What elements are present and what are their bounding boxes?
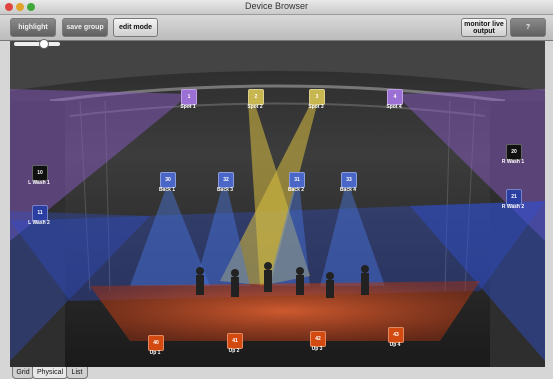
tab-physical[interactable]: Physical <box>32 367 68 379</box>
fixture-back1[interactable]: 30 <box>160 172 176 188</box>
fixture-label-spot4: Spot 4 <box>386 104 402 110</box>
fixture-label-up3: Up 3 <box>311 346 323 352</box>
monitor-line-1: monitor live <box>464 21 504 28</box>
fixture-label-back2: Back 2 <box>287 187 305 193</box>
fixture-label-spot2: Spot 2 <box>247 104 263 110</box>
stage-photo <box>10 41 545 367</box>
fixture-lwash1[interactable]: 10 <box>32 165 48 181</box>
fixture-spot1[interactable]: 1 <box>181 89 197 105</box>
fixture-back2[interactable]: 31 <box>289 172 305 188</box>
highlight-mode-button[interactable]: highlight mode <box>10 18 56 48</box>
fixture-label-up2: Up 2 <box>228 348 240 354</box>
fixture-label-back1: Back 1 <box>158 187 176 193</box>
window-title: Device Browser <box>244 1 309 11</box>
fixture-label-up1: Up 1 <box>149 350 161 356</box>
fixture-label-spot1: Spot 1 <box>180 104 196 110</box>
toolbar: highlight mode save group edit mode moni… <box>0 15 553 48</box>
slider-knob[interactable] <box>38 39 49 49</box>
fixture-lwash2[interactable]: 11 <box>32 205 48 221</box>
intensity-slider[interactable] <box>14 39 60 49</box>
help-button[interactable]: ? <box>510 18 546 37</box>
fixture-label-lwash2: L Wash 2 <box>28 220 50 226</box>
fixture-label-back4: Back 4 <box>339 187 357 193</box>
save-group-button[interactable]: save group <box>62 18 108 37</box>
fixture-label-back3: Back 3 <box>216 187 234 193</box>
fixture-spot4[interactable]: 4 <box>387 89 403 105</box>
monitor-line-2: output <box>473 28 495 35</box>
fixture-label-rwash1: R Wash 1 <box>501 159 525 165</box>
fixture-up3[interactable]: 42 <box>310 331 326 347</box>
fixture-back3[interactable]: 32 <box>218 172 234 188</box>
stage-view: 1 Spot 1 2 Spot 2 3 Spot 3 4 Spot 4 10 L Wash 1 11… <box>10 41 545 367</box>
title-bar: Device Browser <box>0 0 553 15</box>
fixture-spot2[interactable]: 2 <box>248 89 264 105</box>
fixture-label-up4: Up 4 <box>389 342 401 348</box>
fixture-up1[interactable]: 40 <box>148 335 164 351</box>
monitor-live-output-button[interactable]: monitor live output <box>461 18 507 37</box>
fixture-rwash1[interactable]: 20 <box>506 144 522 160</box>
fixture-spot3[interactable]: 3 <box>309 89 325 105</box>
fixture-label-lwash1: L Wash 1 <box>28 180 50 186</box>
fixture-up2[interactable]: 41 <box>227 333 243 349</box>
fixture-rwash2[interactable]: 21 <box>506 189 522 205</box>
tab-grid[interactable]: Grid <box>12 367 34 379</box>
fixture-label-rwash2: R Wash 2 <box>501 204 525 210</box>
fixture-back4[interactable]: 33 <box>341 172 357 188</box>
edit-mode-button[interactable]: edit mode <box>113 18 158 37</box>
tab-list[interactable]: List <box>66 367 88 379</box>
fixture-up4[interactable]: 43 <box>388 327 404 343</box>
fixture-label-spot3: Spot 3 <box>308 104 324 110</box>
